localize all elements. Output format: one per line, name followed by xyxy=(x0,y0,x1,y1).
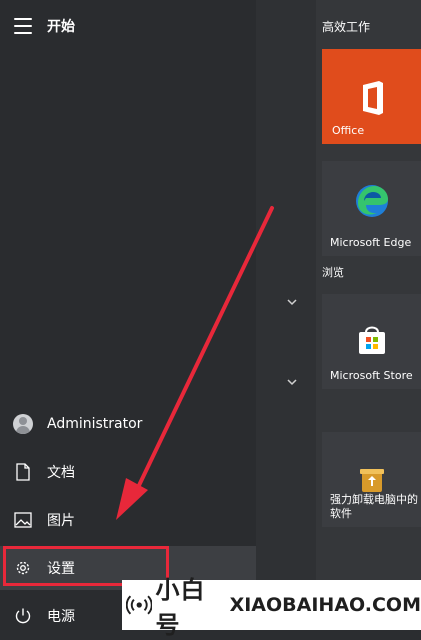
picture-icon xyxy=(14,512,32,528)
menu-item-label: 电源 xyxy=(47,609,75,625)
watermark-banner: 小白号 XIAOBAIHAO.COM xyxy=(122,576,421,639)
app-list-pane xyxy=(256,0,316,630)
tile-microsoft-store[interactable]: Microsoft Store xyxy=(322,294,421,389)
edge-icon xyxy=(355,185,388,217)
menu-item-user-account[interactable]: Administrator xyxy=(0,402,256,446)
tile-microsoft-edge[interactable]: Microsoft Edge xyxy=(322,161,421,256)
tile-label: Office xyxy=(332,124,365,137)
tile-label: Microsoft Edge xyxy=(330,236,412,249)
menu-item-label: 图片 xyxy=(47,513,75,529)
menu-item-documents[interactable]: 文档 xyxy=(0,450,256,494)
office-icon xyxy=(362,81,383,115)
document-icon xyxy=(16,463,30,481)
tile-group-title[interactable]: 高效工作 xyxy=(322,18,370,35)
menu-item-label: Administrator xyxy=(47,416,143,432)
chevron-down-icon[interactable] xyxy=(286,296,298,308)
avatar xyxy=(13,414,33,434)
hamburger-menu-icon[interactable] xyxy=(14,18,32,34)
menu-item-pictures[interactable]: 图片 xyxy=(0,498,256,542)
menu-item-label: 文档 xyxy=(47,465,75,481)
tile-label: Microsoft Store xyxy=(330,369,413,382)
gear-icon xyxy=(16,561,30,575)
tile-group-browse-title[interactable]: 浏览 xyxy=(322,264,344,280)
broadcast-icon xyxy=(126,595,153,615)
chevron-down-icon[interactable] xyxy=(286,376,298,388)
store-icon xyxy=(358,326,385,354)
power-icon xyxy=(15,608,31,624)
tile-office[interactable]: Office xyxy=(322,49,421,144)
uninstall-icon xyxy=(359,469,384,492)
tile-uninstaller[interactable]: 强力卸载电脑中的软件 xyxy=(322,432,421,527)
menu-item-label: 设置 xyxy=(47,561,75,577)
watermark-en-text: XIAOBAIHAO.COM xyxy=(229,594,421,616)
start-title: 开始 xyxy=(47,19,75,35)
tile-label: 强力卸载电脑中的软件 xyxy=(330,493,418,520)
